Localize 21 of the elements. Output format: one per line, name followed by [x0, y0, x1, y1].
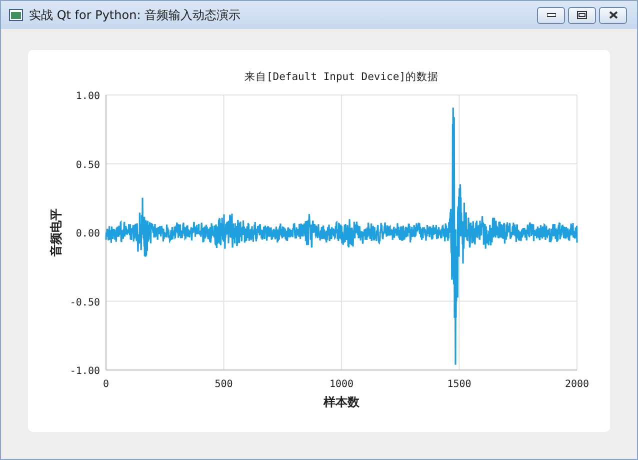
- x-tick-label: 500: [214, 379, 233, 390]
- y-tick-label: -1.00: [70, 366, 100, 377]
- maximize-button[interactable]: [568, 6, 596, 24]
- minimize-button[interactable]: [537, 6, 565, 24]
- chart-title: 来自[Default Input Device]的数据: [244, 71, 439, 83]
- y-tick-label: 0.50: [76, 160, 100, 171]
- y-tick-label: -0.50: [70, 297, 100, 308]
- close-icon: [608, 11, 618, 19]
- y-tick-label: 0.00: [76, 228, 100, 240]
- x-tick-label: 1500: [447, 379, 472, 390]
- window-title: 实战 Qt for Python: 音频输入动态演示: [29, 6, 242, 24]
- app-window-icon: [9, 9, 23, 21]
- x-tick-label: 0: [102, 379, 110, 390]
- maximize-icon: [577, 11, 587, 19]
- x-tick-label: 1000: [329, 379, 354, 390]
- x-tick-label: 2000: [564, 379, 590, 390]
- close-button[interactable]: [599, 6, 627, 24]
- y-tick-label: 1.00: [76, 91, 100, 102]
- minimize-icon: [546, 13, 556, 17]
- y-axis-label: 音频电平: [49, 208, 63, 256]
- x-axis-label: 样本数: [324, 395, 360, 409]
